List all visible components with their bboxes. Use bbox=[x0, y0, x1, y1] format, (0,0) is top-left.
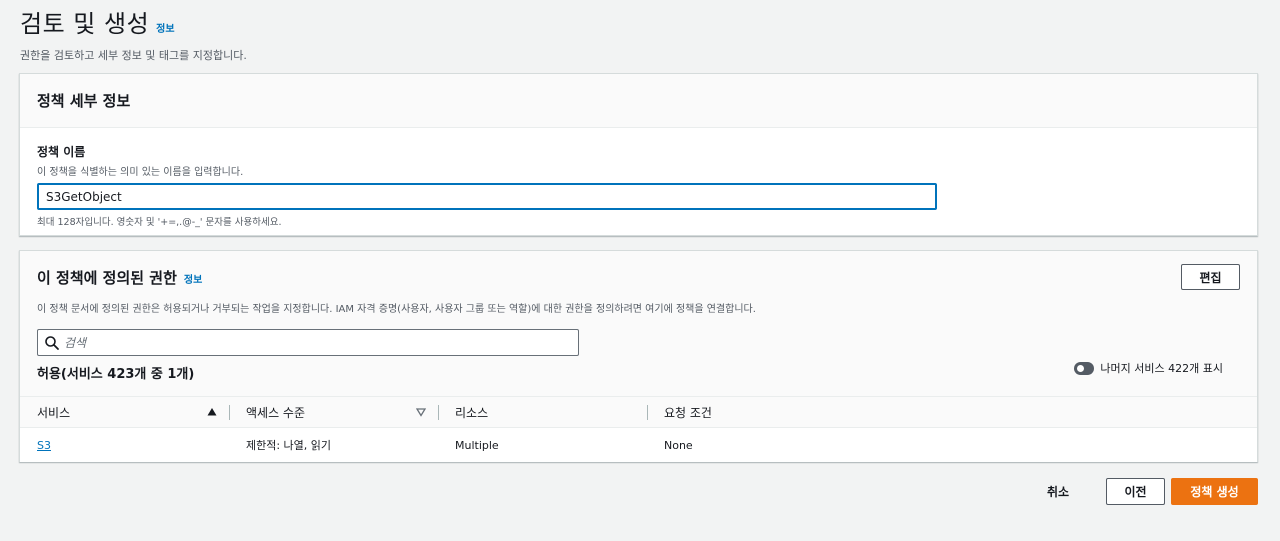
sort-ascending-icon[interactable] bbox=[207, 407, 217, 417]
policy-details-panel: 정책 세부 정보 정책 이름 이 정책을 식별하는 의미 있는 이름을 입력합니… bbox=[19, 73, 1258, 236]
header-info-link[interactable]: 정보 bbox=[156, 20, 174, 35]
page-title: 검토 및 생성 bbox=[20, 10, 150, 38]
create-policy-button[interactable]: 정책 생성 bbox=[1171, 478, 1258, 505]
permissions-description: 이 정책 문서에 정의된 권한은 허용되거나 거부되는 작업을 지정합니다. I… bbox=[37, 304, 756, 315]
column-header-resource[interactable]: 리소스 bbox=[455, 397, 488, 428]
column-header-service[interactable]: 서비스 bbox=[37, 397, 70, 428]
cell-request-condition: None bbox=[664, 438, 693, 452]
sort-descending-icon[interactable] bbox=[416, 407, 426, 417]
policy-name-description: 이 정책을 식별하는 의미 있는 이름을 입력합니다. bbox=[37, 167, 244, 178]
show-remaining-toggle[interactable] bbox=[1074, 361, 1095, 375]
service-link[interactable]: S3 bbox=[37, 439, 51, 452]
policy-name-field: 정책 이름 이 정책을 식별하는 의미 있는 이름을 입력합니다. 최대 128… bbox=[20, 128, 1257, 228]
page-header: 검토 및 생성 정보 권한을 검토하고 세부 정보 및 태그를 지정합니다. bbox=[20, 4, 247, 63]
permissions-info-link[interactable]: 정보 bbox=[184, 271, 202, 286]
page-description: 권한을 검토하고 세부 정보 및 태그를 지정합니다. bbox=[20, 49, 247, 62]
column-divider[interactable] bbox=[647, 405, 648, 420]
column-header-request-condition[interactable]: 요청 조건 bbox=[664, 397, 712, 428]
cell-access-level: 제한적: 나열, 읽기 bbox=[246, 439, 332, 452]
policy-name-label: 정책 이름 bbox=[37, 145, 86, 159]
column-divider[interactable] bbox=[229, 405, 230, 420]
policy-details-header: 정책 세부 정보 bbox=[20, 74, 1257, 128]
search-box[interactable] bbox=[37, 329, 579, 356]
previous-button[interactable]: 이전 bbox=[1106, 478, 1165, 505]
show-remaining-label: 나머지 서비스 422개 표시 bbox=[1100, 362, 1223, 375]
policy-details-title: 정책 세부 정보 bbox=[37, 92, 131, 110]
search-input[interactable] bbox=[64, 330, 572, 355]
table-row: S3 제한적: 나열, 읽기 Multiple None bbox=[20, 428, 1257, 462]
toggle-knob bbox=[1077, 364, 1085, 372]
policy-name-hint: 최대 128자입니다. 영숫자 및 '+=,.@-_' 문자를 사용하세요. bbox=[37, 217, 282, 228]
cell-resource: Multiple bbox=[455, 438, 499, 452]
column-header-access-level[interactable]: 액세스 수준 bbox=[246, 397, 305, 428]
column-divider[interactable] bbox=[438, 405, 439, 420]
edit-button[interactable]: 편집 bbox=[1181, 264, 1240, 290]
search-icon bbox=[45, 336, 59, 350]
show-remaining-toggle-group: 나머지 서비스 422개 표시 bbox=[1074, 360, 1223, 376]
policy-name-input[interactable] bbox=[37, 183, 937, 210]
permissions-header: 이 정책에 정의된 권한 정보 이 정책 문서에 정의된 권한은 허용되거나 거… bbox=[20, 251, 1257, 393]
cancel-button[interactable]: 취소 bbox=[1047, 478, 1069, 505]
permissions-title: 이 정책에 정의된 권한 bbox=[37, 269, 177, 287]
allowed-count-title: 허용(서비스 423개 중 1개) bbox=[37, 367, 195, 382]
cell-service: S3 bbox=[37, 428, 51, 462]
permissions-table-header: 서비스 액세스 수준 리소스 요청 조건 bbox=[20, 396, 1257, 428]
permissions-panel: 이 정책에 정의된 권한 정보 이 정책 문서에 정의된 권한은 허용되거나 거… bbox=[19, 250, 1258, 462]
